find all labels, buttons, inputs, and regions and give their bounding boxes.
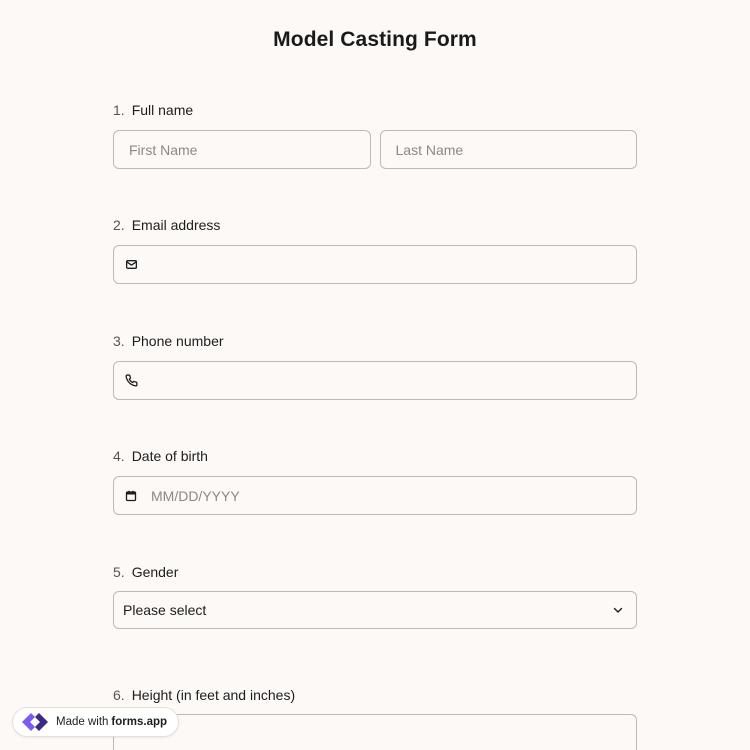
question-phone: 3. Phone number — [113, 332, 637, 400]
question-number: 5. — [113, 564, 125, 580]
last-name-input[interactable]: Last Name — [379, 130, 637, 169]
form-title: Model Casting Form — [273, 28, 477, 51]
question-label: 6. Height (in feet and inches) — [113, 686, 637, 704]
date-placeholder: MM/DD/YYYY — [151, 487, 240, 504]
last-name-placeholder: Last Name — [395, 141, 464, 158]
gender-selected-value: Please select — [123, 602, 207, 618]
question-number: 3. — [113, 333, 125, 349]
question-text: Email address — [131, 217, 221, 233]
chevron-down-icon — [612, 604, 624, 616]
forms-app-logo-icon — [20, 710, 50, 734]
first-name-input[interactable]: First Name — [113, 130, 371, 169]
question-number: 4. — [113, 448, 125, 464]
question-label: 2. Email address — [113, 216, 637, 234]
calendar-icon — [124, 489, 138, 503]
phone-input[interactable] — [113, 361, 637, 400]
first-name-placeholder: First Name — [129, 141, 198, 158]
email-input[interactable] — [113, 245, 637, 284]
question-date-of-birth: 4. Date of birth MM/DD/YYYY — [113, 447, 637, 515]
question-number: 6. — [113, 687, 125, 703]
badge-brand: forms.app — [111, 716, 168, 728]
question-gender: 5. Gender Please select — [113, 563, 637, 629]
question-label: 1. Full name — [113, 101, 637, 119]
question-number: 2. — [113, 217, 125, 233]
question-label: 5. Gender — [113, 563, 637, 581]
phone-icon — [124, 374, 138, 388]
question-text: Full name — [131, 102, 194, 118]
made-with-badge[interactable]: Made with forms.app — [12, 707, 180, 737]
question-text: Phone number — [131, 333, 224, 349]
question-email: 2. Email address — [113, 216, 637, 284]
date-of-birth-input[interactable]: MM/DD/YYYY — [113, 476, 637, 515]
question-label: 3. Phone number — [113, 332, 637, 350]
question-label: 4. Date of birth — [113, 447, 637, 465]
mail-icon — [124, 258, 138, 272]
question-text: Height (in feet and inches) — [131, 687, 296, 703]
badge-prefix: Made with — [56, 716, 109, 728]
question-full-name: 1. Full name First Name Last Name — [113, 101, 637, 169]
question-text: Date of birth — [131, 448, 208, 464]
question-height: 6. Height (in feet and inches) — [113, 686, 637, 750]
gender-select[interactable]: Please select — [113, 591, 637, 629]
height-input[interactable] — [113, 714, 637, 750]
question-text: Gender — [131, 564, 179, 580]
question-number: 1. — [113, 102, 125, 118]
